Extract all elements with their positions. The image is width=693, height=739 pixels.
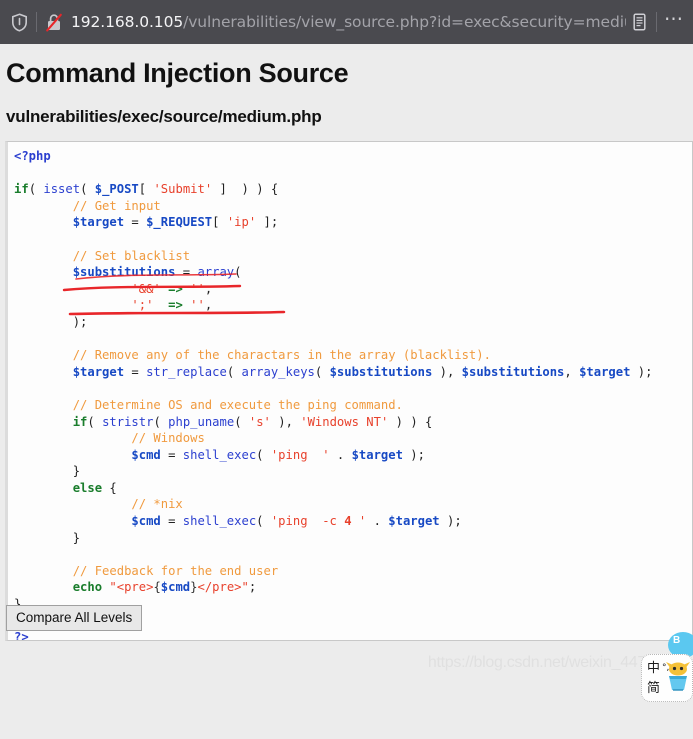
source-file-path: vulnerabilities/exec/source/medium.php: [6, 107, 322, 126]
ime-mode-label: 中: [647, 660, 661, 676]
more-options-icon[interactable]: ⋯: [661, 9, 687, 35]
browser-toolbar: 192.168.0.105/vulnerabilities/view_sourc…: [0, 0, 693, 44]
address-bar[interactable]: 192.168.0.105/vulnerabilities/view_sourc…: [67, 13, 626, 31]
page-title: Command Injection Source: [6, 58, 349, 88]
crossed-out-lock-icon[interactable]: [41, 9, 67, 35]
url-path: /vulnerabilities/view_source.php?id=exec…: [183, 13, 626, 31]
toolbar-divider-2: [656, 12, 657, 32]
source-code-block: <?php if( isset( $_POST[ 'Submit' ] ) ) …: [5, 141, 693, 641]
page-content: Command Injection Source vulnerabilities…: [0, 44, 693, 739]
reader-view-icon[interactable]: [626, 9, 652, 35]
shield-icon[interactable]: [6, 9, 32, 35]
sogou-mascot-icon[interactable]: [663, 658, 693, 692]
url-host: 192.168.0.105: [71, 13, 184, 31]
ime-script-label: 简: [647, 680, 661, 696]
ime-bubble-label: B: [673, 635, 681, 646]
compare-all-levels-button[interactable]: Compare All Levels: [6, 605, 143, 631]
php-source-code: <?php if( isset( $_POST[ 'Submit' ] ) ) …: [14, 149, 653, 641]
toolbar-divider: [36, 12, 37, 32]
